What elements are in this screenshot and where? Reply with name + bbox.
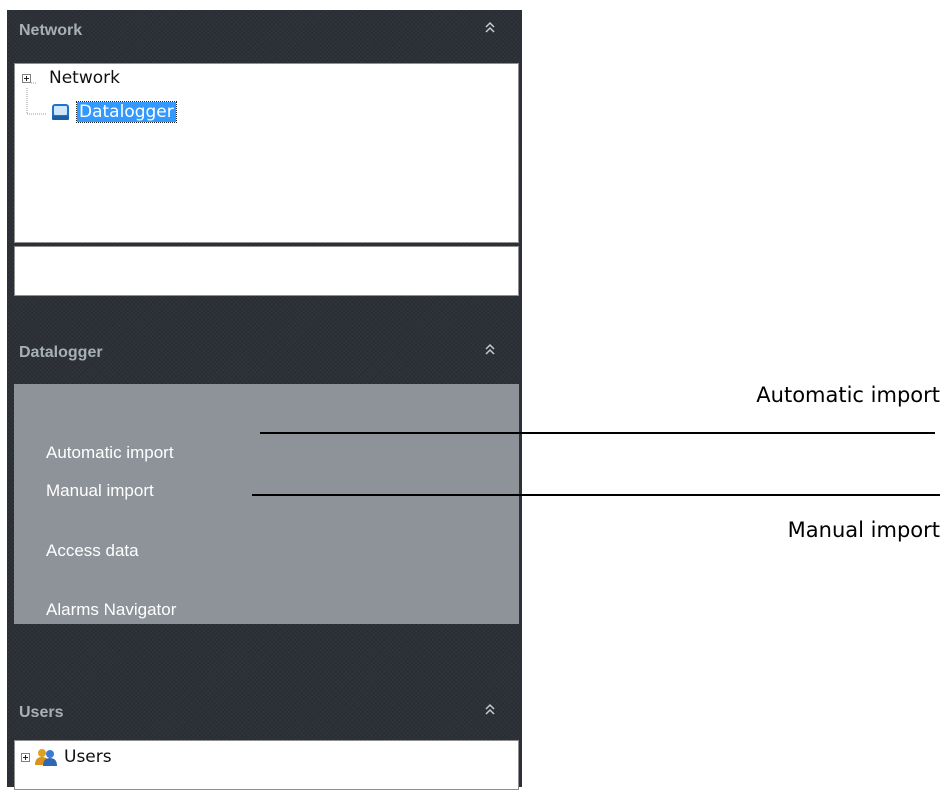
users-section-title: Users — [19, 704, 64, 721]
nav-item-alarms-navigator[interactable]: Alarms Navigator — [46, 600, 176, 620]
nav-item-access-data[interactable]: Access data — [46, 541, 139, 561]
callout-line-manual-import — [252, 494, 940, 496]
nav-item-automatic-import[interactable]: Automatic import — [46, 443, 174, 463]
callout-line-automatic-import — [260, 432, 935, 434]
tree-node-label: Network — [49, 68, 120, 88]
sidebar: Network Network Datalogger Datalogger Au… — [7, 10, 522, 790]
tree-node-label: Datalogger — [76, 101, 177, 123]
datalogger-section-title: Datalogger — [19, 344, 103, 361]
collapse-chevrons-icon[interactable] — [484, 342, 496, 358]
datalogger-nav-panel: Automatic import Manual import Access da… — [14, 384, 519, 624]
users-group-icon — [35, 749, 57, 766]
network-footer-field[interactable] — [14, 246, 519, 296]
collapse-chevrons-icon[interactable] — [484, 702, 496, 718]
monitor-icon — [52, 104, 69, 120]
network-tree[interactable]: Network Datalogger — [14, 63, 519, 243]
callout-label-automatic-import: Automatic import — [756, 383, 940, 407]
users-tree[interactable]: Users — [14, 740, 519, 790]
expand-icon[interactable] — [22, 73, 31, 83]
callout-label-manual-import: Manual import — [787, 518, 940, 542]
users-section-header[interactable]: Users — [7, 692, 522, 736]
tree-node-label: Users — [64, 747, 112, 767]
network-section-header[interactable]: Network — [7, 10, 522, 54]
nav-item-manual-import[interactable]: Manual import — [46, 481, 154, 501]
network-section-title: Network — [19, 22, 83, 39]
tree-node-users[interactable]: Users — [21, 746, 112, 768]
tree-node-network[interactable]: Network — [22, 67, 120, 89]
expand-icon[interactable] — [21, 752, 30, 762]
tree-node-datalogger[interactable]: Datalogger — [51, 101, 177, 123]
datalogger-section-header[interactable]: Datalogger — [7, 332, 522, 376]
collapse-chevrons-icon[interactable] — [484, 20, 496, 36]
